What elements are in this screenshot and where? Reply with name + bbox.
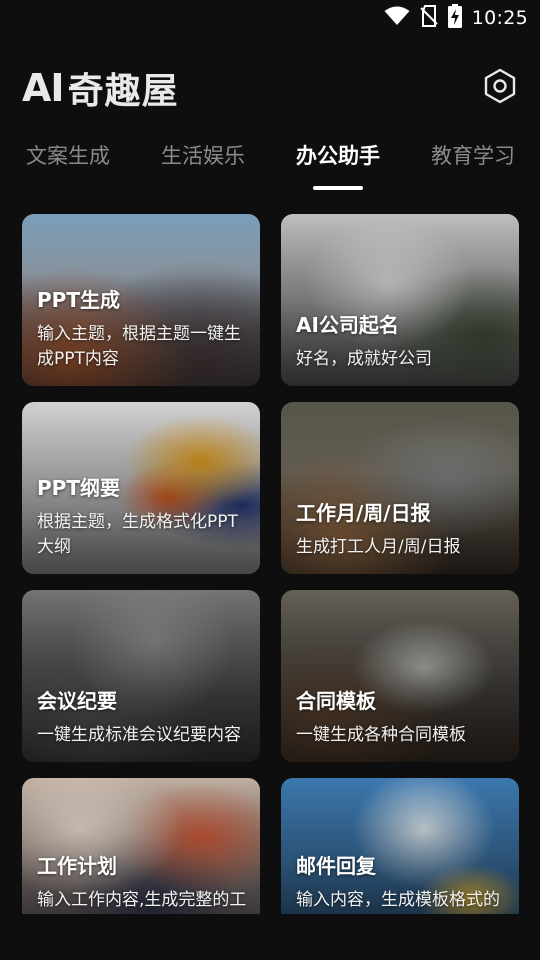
logo-ai-text: AI (22, 66, 65, 110)
tool-card-grid: PPT生成 输入主题，根据主题一键生成PPT内容 AI公司起名 好名，成就好公司… (22, 214, 519, 914)
card-title: 工作月/周/日报 (296, 501, 431, 525)
card-company-naming[interactable]: AI公司起名 好名，成就好公司 (281, 214, 519, 386)
category-tabs: 文案生成 生活娱乐 办公助手 教育学习 (0, 140, 540, 196)
card-title: 会议纪要 (37, 689, 117, 713)
card-work-report[interactable]: 工作月/周/日报 生成打工人月/周/日报 (281, 402, 519, 574)
status-icons: 10:25 (384, 4, 528, 32)
battery-charging-icon (447, 4, 462, 32)
active-tab-indicator (313, 186, 363, 190)
tab-lifestyle[interactable]: 生活娱乐 (161, 140, 245, 170)
card-title: PPT生成 (37, 288, 120, 312)
card-meeting-minutes[interactable]: 会议纪要 一键生成标准会议纪要内容 (22, 590, 260, 762)
logo-title-text: 奇趣屋 (67, 71, 179, 112)
app-logo: AI 奇趣屋 (22, 64, 179, 112)
tab-education[interactable]: 教育学习 (431, 140, 515, 170)
card-title: PPT纲要 (37, 476, 120, 500)
card-title: 工作计划 (37, 854, 117, 878)
no-sim-icon (420, 5, 438, 31)
tab-copywriting[interactable]: 文案生成 (26, 140, 110, 170)
card-description: 好名，成就好公司 (296, 349, 432, 369)
card-contract-template[interactable]: 合同模板 一键生成各种合同模板 (281, 590, 519, 762)
card-title: AI公司起名 (296, 313, 399, 337)
card-description: 根据主题，生成格式化PPT大纲 (37, 512, 238, 557)
wifi-icon (384, 6, 410, 30)
card-ppt-outline[interactable]: PPT纲要 根据主题，生成格式化PPT大纲 (22, 402, 260, 574)
card-ppt-generate[interactable]: PPT生成 输入主题，根据主题一键生成PPT内容 (22, 214, 260, 386)
card-work-plan[interactable]: 工作计划 输入工作内容,生成完整的工作计划 (22, 778, 260, 914)
card-description: 生成打工人月/周/日报 (296, 537, 461, 557)
settings-button[interactable] (480, 68, 520, 108)
status-bar: 10:25 (0, 0, 540, 36)
card-description: 一键生成各种合同模板 (296, 725, 466, 745)
card-email-reply[interactable]: 邮件回复 输入内容，生成模板格式的邮件 (281, 778, 519, 914)
card-description: 输入主题，根据主题一键生成PPT内容 (37, 324, 241, 369)
card-description: 一键生成标准会议纪要内容 (37, 725, 241, 745)
status-time: 10:25 (471, 7, 528, 29)
card-title: 邮件回复 (296, 854, 376, 878)
app-header: AI 奇趣屋 (22, 64, 520, 112)
tab-office-assistant[interactable]: 办公助手 (296, 140, 380, 170)
hexagon-settings-icon (483, 68, 517, 108)
card-description: 输入内容，生成模板格式的邮件 (296, 890, 500, 910)
card-description: 输入工作内容,生成完整的工作计划 (37, 890, 247, 910)
card-title: 合同模板 (296, 689, 376, 713)
